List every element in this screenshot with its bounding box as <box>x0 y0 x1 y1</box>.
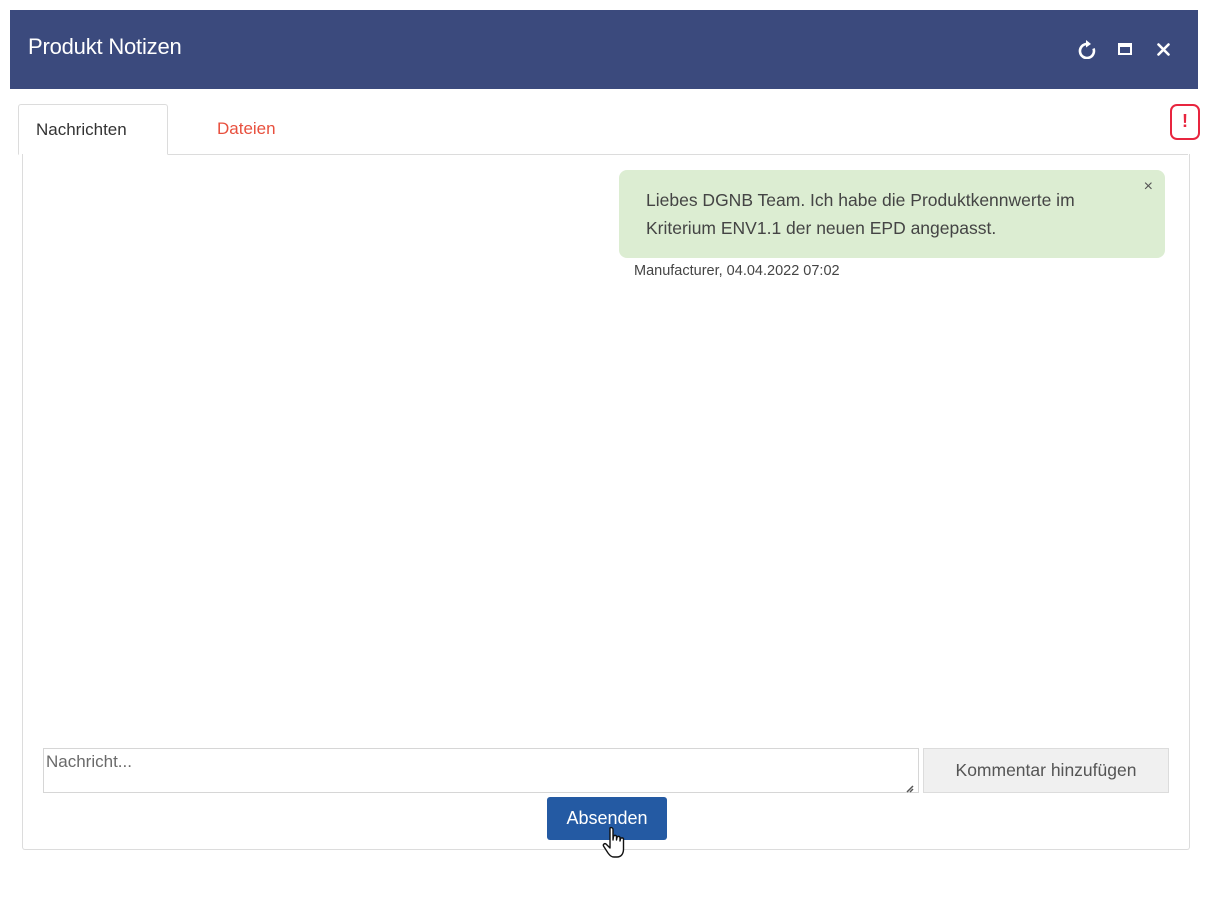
close-icon <box>1156 42 1170 56</box>
messages-panel: Liebes DGNB Team. Ich habe die Produktke… <box>22 154 1190 850</box>
tab-nachrichten[interactable]: Nachrichten <box>18 104 168 155</box>
refresh-icon <box>1078 39 1096 59</box>
resize-grip-icon[interactable] <box>904 780 914 798</box>
alert-badge[interactable]: ! <box>1170 104 1200 140</box>
message-close-icon[interactable]: × <box>1144 178 1153 196</box>
maximize-button[interactable] <box>1106 37 1144 61</box>
message-input[interactable] <box>43 748 919 793</box>
hand-cursor-icon <box>602 826 630 867</box>
message-bubble: Liebes DGNB Team. Ich habe die Produktke… <box>619 170 1165 258</box>
add-comment-addon: Kommentar hinzufügen <box>923 748 1169 793</box>
tab-dateien[interactable]: Dateien <box>200 104 294 154</box>
tab-bar: Nachrichten Dateien <box>18 104 1188 155</box>
window-titlebar: Produkt Notizen <box>10 10 1198 89</box>
message-meta: Manufacturer, 04.04.2022 07:02 <box>634 263 840 279</box>
window-controls <box>1068 37 1182 61</box>
maximize-icon <box>1118 43 1132 55</box>
message-text: Liebes DGNB Team. Ich habe die Produktke… <box>646 190 1075 238</box>
refresh-button[interactable] <box>1068 37 1106 61</box>
close-window-button[interactable] <box>1144 37 1182 61</box>
window-title: Produkt Notizen <box>28 34 182 59</box>
